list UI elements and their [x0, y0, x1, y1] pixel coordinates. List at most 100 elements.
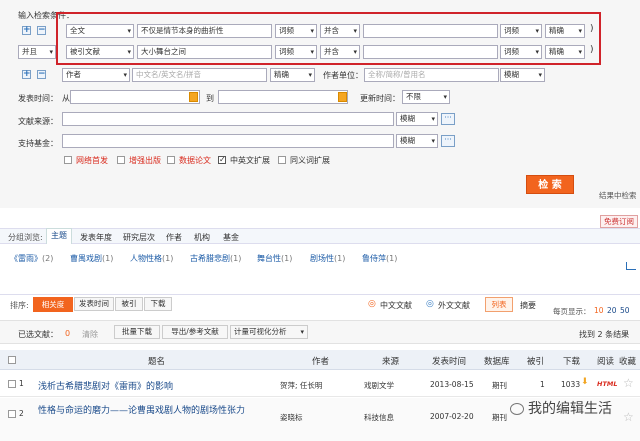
freq-select-2[interactable]: 词频 — [275, 45, 317, 59]
html-read-link[interactable]: HTML — [597, 380, 617, 388]
date-from-input[interactable] — [70, 90, 200, 104]
row-checkbox[interactable] — [8, 380, 16, 388]
favorite-star-icon[interactable]: ☆ — [623, 410, 634, 424]
field-select-2[interactable]: 被引文献 — [66, 45, 134, 59]
keyword-input-1b[interactable] — [363, 24, 498, 38]
calendar-icon[interactable] — [189, 92, 198, 102]
list-view-button[interactable]: 列表 — [485, 297, 513, 312]
remove-author-icon[interactable]: − — [37, 70, 46, 79]
keyword-input-2[interactable]: 大小舞台之间 — [137, 45, 272, 59]
sort-relevance-button[interactable]: 相关度 — [33, 297, 73, 312]
sort-cited-button[interactable]: 被引 — [115, 297, 143, 311]
more-icon[interactable]: ··· — [441, 135, 455, 147]
logic-select-1[interactable]: 并含 — [320, 24, 360, 38]
batch-download-button[interactable]: 批量下载 — [114, 325, 160, 339]
result-title-link[interactable]: 性格与命运的磨力——论曹禺戏剧人物的剧场性张力 — [38, 404, 278, 418]
tab-author[interactable]: 作者 — [166, 232, 182, 243]
cited-count[interactable]: 1 — [540, 380, 545, 389]
to-label: 到 — [206, 94, 214, 103]
topic-item[interactable]: 鲁侍萍(1) — [362, 253, 397, 264]
tab-org[interactable]: 机构 — [194, 232, 210, 243]
subscribe-button[interactable]: 免费订阅 — [600, 215, 638, 228]
fund-match-select[interactable]: 模糊 — [396, 134, 438, 148]
more-icon[interactable]: ··· — [441, 113, 455, 125]
remove-row-icon[interactable]: − — [37, 26, 46, 35]
export-button[interactable]: 导出/参考文献 — [162, 325, 228, 339]
select-all-checkbox[interactable] — [8, 356, 16, 364]
favorite-star-icon[interactable]: ☆ — [623, 376, 634, 390]
download-icon[interactable]: ⬇ — [581, 377, 589, 387]
col-downloads: 下载 — [563, 357, 581, 367]
tab-topic[interactable]: 主题 — [46, 228, 72, 244]
author-link[interactable]: 贺萍; 任长明 — [280, 380, 322, 391]
source-link[interactable]: 科技信息 — [364, 412, 394, 423]
chinese-docs-icon: ◎ — [368, 299, 376, 309]
author-match-select[interactable]: 精确 — [270, 68, 315, 82]
wechat-logo-icon — [510, 403, 524, 415]
bilingual-checkbox[interactable]: ✓ — [218, 156, 226, 164]
source-input[interactable] — [62, 112, 394, 126]
update-time-select[interactable]: 不限 — [402, 90, 450, 104]
field-select-1[interactable]: 全文 — [66, 24, 134, 38]
match-select-2[interactable]: 精确 — [545, 45, 585, 59]
freq-select-2b[interactable]: 词频 — [500, 45, 542, 59]
row-checkbox[interactable] — [8, 410, 16, 418]
keyword-input-1[interactable]: 不仅是情节本身的曲折性 — [137, 24, 272, 38]
online-first-checkbox[interactable] — [64, 156, 72, 164]
topic-item[interactable]: 古希腊悲剧(1) — [190, 253, 241, 264]
unit-input[interactable]: 全称/简称/曾用名 — [364, 68, 499, 82]
author-field-select[interactable]: 作者 — [62, 68, 130, 82]
calendar-icon[interactable] — [338, 92, 347, 102]
close-paren: ) — [590, 24, 594, 34]
fund-input[interactable] — [62, 134, 394, 148]
synonym-label: 同义词扩展 — [290, 156, 330, 165]
join-select-2[interactable]: 并且 — [18, 45, 56, 59]
foreign-docs-link[interactable]: 外文文献 — [438, 300, 470, 311]
keyword-input-2b[interactable] — [363, 45, 498, 59]
visualization-button[interactable]: 计量可视化分析 ▾ — [230, 325, 308, 339]
search-in-results-link[interactable]: 结果中检索 — [599, 190, 637, 201]
tab-year[interactable]: 发表年度 — [80, 232, 112, 243]
synonym-checkbox[interactable] — [278, 156, 286, 164]
tab-fund[interactable]: 基金 — [223, 232, 239, 243]
per-page-20[interactable]: 20 — [607, 306, 617, 315]
add-row-icon[interactable]: + — [22, 26, 31, 35]
sort-date-button[interactable]: 发表时间 — [74, 297, 114, 311]
author-link[interactable]: 姿晓标 — [280, 412, 303, 423]
chart-icon[interactable] — [626, 262, 636, 270]
source-link[interactable]: 戏剧文学 — [364, 380, 394, 391]
sort-downloads-button[interactable]: 下载 — [144, 297, 172, 311]
freq-select-1[interactable]: 词频 — [275, 24, 317, 38]
search-button[interactable]: 检 索 — [526, 175, 574, 194]
col-date: 发表时间 — [432, 357, 467, 367]
topic-item[interactable]: 曹禺戏剧(1) — [70, 253, 113, 264]
row-number: 2 — [19, 409, 24, 418]
online-first-label: 网络首发 — [76, 156, 108, 165]
sort-label: 排序: — [10, 301, 29, 310]
result-title-link[interactable]: 浅析古希腊悲剧对《雷雨》的影响 — [38, 379, 173, 392]
topic-item[interactable]: 《雷雨》(2) — [10, 253, 53, 264]
clear-link[interactable]: 清除 — [82, 329, 98, 340]
data-paper-checkbox[interactable] — [167, 156, 175, 164]
download-count[interactable]: 1033 — [561, 380, 580, 389]
enhanced-checkbox[interactable] — [117, 156, 125, 164]
add-author-icon[interactable]: + — [22, 70, 31, 79]
topic-item[interactable]: 人物性格(1) — [130, 253, 173, 264]
unit-match-select[interactable]: 模糊 — [500, 68, 545, 82]
tab-level[interactable]: 研究层次 — [123, 232, 155, 243]
abstract-view-button[interactable]: 摘要 — [520, 300, 536, 311]
chinese-docs-link[interactable]: 中文文献 — [380, 300, 412, 311]
source-match-select[interactable]: 模糊 — [396, 112, 438, 126]
author-input[interactable]: 中文名/英文名/拼音 — [132, 68, 267, 82]
match-select-1[interactable]: 精确 — [545, 24, 585, 38]
foreign-docs-icon: ◎ — [426, 299, 434, 309]
pub-date: 2007-02-20 — [430, 412, 474, 421]
result-count: 找到 2 条结果 — [579, 330, 630, 339]
date-to-input[interactable] — [218, 90, 348, 104]
topic-item[interactable]: 舞台性(1) — [257, 253, 292, 264]
per-page-10[interactable]: 10 — [594, 306, 604, 315]
topic-item[interactable]: 剧场性(1) — [310, 253, 345, 264]
freq-select-1b[interactable]: 词频 — [500, 24, 542, 38]
per-page-50[interactable]: 50 — [620, 306, 630, 315]
logic-select-2[interactable]: 并含 — [320, 45, 360, 59]
